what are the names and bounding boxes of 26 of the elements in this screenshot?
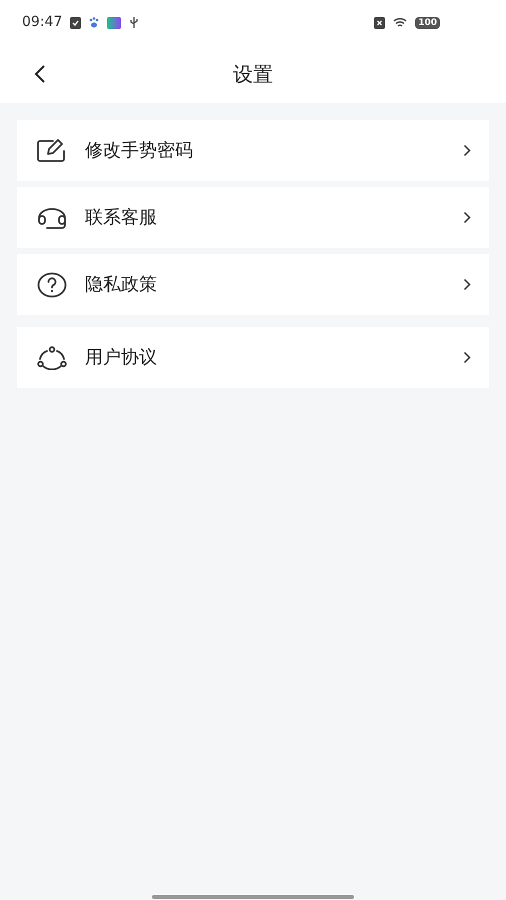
chevron-icon [463,351,471,364]
app-icon [107,16,122,28]
back-icon [34,64,46,84]
sim-icon [374,16,386,28]
item-label: 用户协议 [85,346,158,370]
wifi-icon [393,17,408,28]
item-label: 隐私政策 [85,273,158,297]
help-icon [37,272,67,298]
item-label: 修改手势密码 [85,139,194,163]
settings-item[interactable]: 隐私政策 [17,254,489,315]
settings-item[interactable]: 联系客服 [17,187,489,248]
settings-item[interactable]: 用户协议 [17,327,489,388]
chevron-icon [463,211,471,224]
battery-icon: 100 [415,16,440,28]
paw-icon [89,16,100,28]
chevron-icon [463,144,471,157]
headset-icon [37,206,67,228]
share-icon [37,346,67,370]
item-label: 联系客服 [85,206,158,230]
usb-icon [129,16,140,29]
clipboard-icon [70,16,82,28]
chevron-icon [463,278,471,291]
edit-icon [37,138,67,162]
settings-item[interactable]: 修改手势密码 [17,120,489,181]
page-title: 设置 [233,61,273,88]
status-time: 09:47 [22,13,62,32]
